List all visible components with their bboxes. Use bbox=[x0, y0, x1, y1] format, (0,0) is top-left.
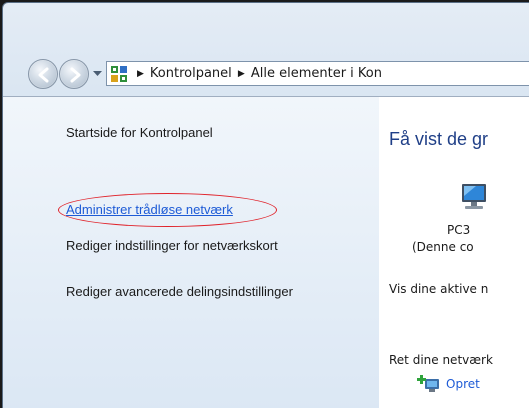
page-title: Få vist de gr bbox=[389, 129, 489, 149]
address-bar[interactable]: ▶ Kontrolpanel ▶ Alle elementer i Kon bbox=[106, 61, 529, 86]
back-button[interactable] bbox=[28, 59, 58, 89]
control-panel-icon bbox=[111, 66, 127, 82]
arrow-left-icon bbox=[38, 67, 49, 83]
sidebar-item-manage-wireless-networks[interactable]: Administrer trådløse netværk bbox=[66, 201, 233, 218]
breadcrumb-item-kontrolpanel[interactable]: Kontrolpanel bbox=[150, 66, 232, 81]
active-networks-label: Vis dine aktive n bbox=[389, 282, 489, 296]
breadcrumb-separator-icon[interactable]: ▶ bbox=[137, 69, 144, 79]
window: ▶ Kontrolpanel ▶ Alle elementer i Kon Star… bbox=[2, 2, 529, 408]
navigation-toolbar: ▶ Kontrolpanel ▶ Alle elementer i Kon bbox=[3, 53, 529, 93]
new-connection-link[interactable]: Opret bbox=[446, 377, 480, 391]
breadcrumb: ▶ Kontrolpanel ▶ Alle elementer i Kon bbox=[135, 66, 382, 81]
forward-button[interactable] bbox=[59, 59, 89, 89]
computer-name: PC3 bbox=[447, 223, 471, 237]
title-bar bbox=[3, 3, 529, 53]
sidebar-item-control-panel-home[interactable]: Startside for Kontrolpanel bbox=[66, 124, 213, 141]
history-dropdown-icon[interactable] bbox=[93, 71, 102, 77]
change-networks-label: Ret dine netværk bbox=[389, 353, 493, 367]
computer-note: (Denne co bbox=[412, 240, 474, 254]
task-pane: Startside for Kontrolpanel Administrer t… bbox=[3, 97, 379, 408]
arrow-right-icon bbox=[70, 67, 81, 83]
breadcrumb-separator-icon[interactable]: ▶ bbox=[238, 69, 245, 79]
new-connection-icon bbox=[417, 375, 439, 392]
sidebar-item-advanced-sharing-settings[interactable]: Rediger avancerede delingsindstillinger bbox=[66, 283, 316, 300]
sidebar-item-change-adapter-settings[interactable]: Rediger indstillinger for netværkskort bbox=[66, 237, 316, 254]
computer-icon bbox=[462, 184, 486, 209]
breadcrumb-item-alle-elementer[interactable]: Alle elementer i Kon bbox=[251, 66, 382, 81]
main-pane: Få vist de gr PC3 (Denne co Vis dine akt… bbox=[379, 97, 529, 408]
content-area: Startside for Kontrolpanel Administrer t… bbox=[3, 96, 529, 408]
